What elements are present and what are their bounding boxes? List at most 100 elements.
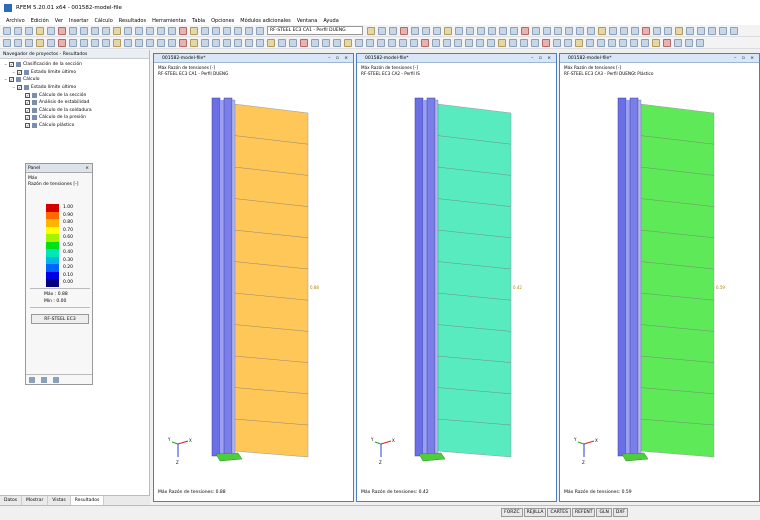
checkbox-icon[interactable]: ✓	[17, 69, 22, 75]
toolbar-button[interactable]	[455, 26, 463, 35]
toolbar-button[interactable]	[388, 38, 396, 47]
toolbar-button[interactable]	[179, 26, 187, 35]
tree-item[interactable]: − ✓ Clasificación de la sección	[0, 61, 149, 69]
toolbar-button[interactable]	[256, 26, 264, 35]
toolbar-button[interactable]	[619, 38, 627, 47]
tree-item[interactable]: ✓ Cálculo de la soldadura	[0, 107, 149, 115]
toolbar-button[interactable]	[212, 38, 220, 47]
toolbar-button[interactable]	[421, 38, 429, 47]
structure-view[interactable]: 0.42 X Y Z	[357, 54, 558, 503]
settings-icon[interactable]	[53, 376, 59, 383]
model-window-1[interactable]: 001582-model-file* – ▫ × Máx Razón de te…	[153, 53, 354, 502]
toolbar-button[interactable]	[653, 26, 661, 35]
toolbar-button[interactable]	[223, 38, 231, 47]
toolbar-button[interactable]	[377, 38, 385, 47]
toolbar-button[interactable]	[400, 26, 408, 35]
structure-view[interactable]: 0.59 X Y Z	[560, 54, 760, 503]
load-case-combo[interactable]: RF-STEEL EC3 CA1 - Perfil DUENG	[267, 26, 363, 35]
toolbar-button[interactable]	[201, 38, 209, 47]
toolbar-button[interactable]	[597, 38, 605, 47]
toolbar-button[interactable]	[444, 26, 452, 35]
toolbar-button[interactable]	[168, 38, 176, 47]
toolbar-button[interactable]	[553, 38, 561, 47]
model-window-3[interactable]: 001582-model-file* – ▫ × Máx Razón de te…	[559, 53, 760, 502]
toolbar-button[interactable]	[366, 38, 374, 47]
toolbar-button[interactable]	[521, 26, 529, 35]
toolbar-button[interactable]	[432, 38, 440, 47]
menu-herramientas[interactable]: Herramientas	[152, 18, 186, 24]
toolbar-button[interactable]	[433, 26, 441, 35]
checkbox-icon[interactable]: ✓	[25, 107, 30, 113]
status-toggle[interactable]: REJILLA	[523, 508, 547, 517]
status-toggle[interactable]: FORZC	[501, 508, 523, 517]
toolbar-button[interactable]	[256, 38, 264, 47]
status-toggle[interactable]: REFENT	[571, 508, 596, 517]
toolbar-button[interactable]	[499, 26, 507, 35]
toolbar-button[interactable]	[697, 26, 705, 35]
menu-archivo[interactable]: Archivo	[6, 18, 25, 24]
toolbar-button[interactable]	[488, 26, 496, 35]
toolbar-button[interactable]	[80, 26, 88, 35]
navigator-tab[interactable]: Mostrar	[22, 495, 49, 506]
toolbar-button[interactable]	[399, 38, 407, 47]
toolbar-button[interactable]	[696, 38, 704, 47]
toolbar-button[interactable]	[575, 38, 583, 47]
toolbar-button[interactable]	[378, 26, 386, 35]
menu-edicion[interactable]: Edición	[31, 18, 49, 24]
color-scale-icon[interactable]	[29, 376, 35, 383]
tree-item[interactable]: − ✓ Estado límite último	[0, 84, 149, 92]
toolbar-button[interactable]	[58, 38, 66, 47]
toolbar-button[interactable]	[14, 26, 22, 35]
checkbox-icon[interactable]: ✓	[9, 62, 14, 68]
toolbar-button[interactable]	[36, 26, 44, 35]
toolbar-button[interactable]	[212, 26, 220, 35]
toolbar-button[interactable]	[587, 26, 595, 35]
toolbar-button[interactable]	[487, 38, 495, 47]
toolbar-button[interactable]	[69, 26, 77, 35]
menu-ayuda[interactable]: Ayuda	[323, 18, 338, 24]
expand-icon[interactable]: −	[4, 62, 8, 67]
toolbar-button[interactable]	[102, 38, 110, 47]
toolbar-button[interactable]	[135, 38, 143, 47]
toolbar-button[interactable]	[564, 38, 572, 47]
status-toggle[interactable]: DXF	[612, 508, 628, 517]
toolbar-button[interactable]	[124, 38, 132, 47]
toolbar-button[interactable]	[389, 26, 397, 35]
toolbar-button[interactable]	[631, 26, 639, 35]
checkbox-icon[interactable]: ✓	[17, 85, 22, 91]
toolbar-button[interactable]	[642, 26, 650, 35]
toolbar-button[interactable]	[344, 38, 352, 47]
toolbar-button[interactable]	[91, 26, 99, 35]
toolbar-button[interactable]	[542, 38, 550, 47]
toolbar-button[interactable]	[190, 26, 198, 35]
structure-view[interactable]: 0.88 X Y Z	[154, 54, 355, 503]
toolbar-button[interactable]	[532, 26, 540, 35]
tree-item[interactable]: ✓ Cálculo plástico	[0, 122, 149, 130]
toolbar-button[interactable]	[311, 38, 319, 47]
toolbar-button[interactable]	[223, 26, 231, 35]
navigator-tab[interactable]: Vistas	[48, 495, 71, 506]
toolbar-button[interactable]	[686, 26, 694, 35]
toolbar-button[interactable]	[113, 38, 121, 47]
toolbar-button[interactable]	[685, 38, 693, 47]
menu-calculo[interactable]: Cálculo	[94, 18, 112, 24]
panel-close-icon[interactable]: ×	[85, 166, 89, 171]
toolbar-button[interactable]	[411, 26, 419, 35]
toolbar-button[interactable]	[278, 38, 286, 47]
menu-insertar[interactable]: Insertar	[69, 18, 88, 24]
toolbar-button[interactable]	[58, 26, 66, 35]
menu-resultados[interactable]: Resultados	[119, 18, 146, 24]
toolbar-button[interactable]	[300, 38, 308, 47]
toolbar-button[interactable]	[157, 38, 165, 47]
toolbar-button[interactable]	[267, 38, 275, 47]
toolbar-button[interactable]	[135, 26, 143, 35]
toolbar-button[interactable]	[498, 38, 506, 47]
toolbar-button[interactable]	[47, 38, 55, 47]
navigator-tab[interactable]: Datos	[0, 495, 23, 506]
toolbar-button[interactable]	[36, 38, 44, 47]
toolbar-button[interactable]	[664, 26, 672, 35]
toolbar-button[interactable]	[608, 38, 616, 47]
toolbar-button[interactable]	[465, 38, 473, 47]
toolbar-button[interactable]	[234, 38, 242, 47]
toolbar-button[interactable]	[554, 26, 562, 35]
